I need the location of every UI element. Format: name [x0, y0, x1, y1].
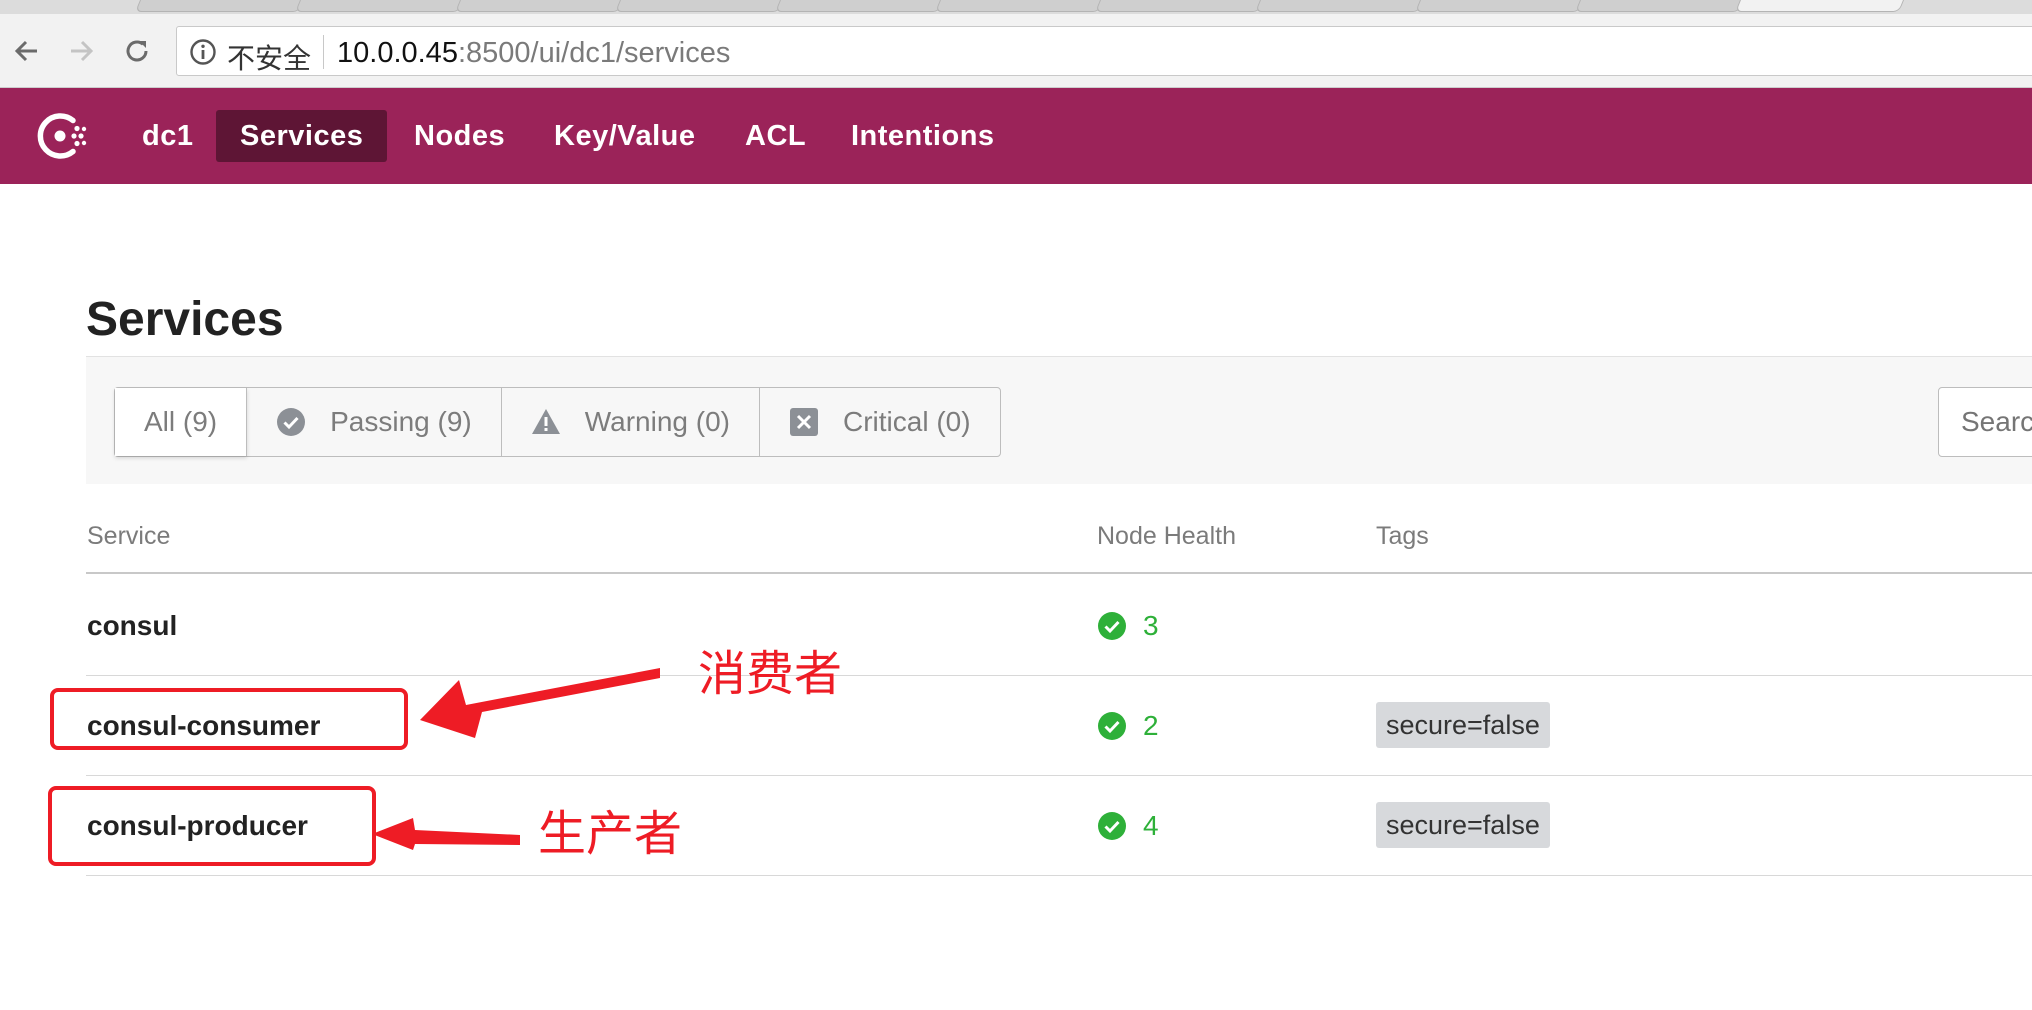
health-count: 2	[1143, 710, 1159, 741]
nav-services[interactable]: Services	[216, 110, 388, 162]
browser-tab-active[interactable]	[1735, 0, 1909, 12]
nav-acl[interactable]: ACL	[721, 110, 830, 162]
browser-tab[interactable]	[135, 0, 309, 12]
address-bar[interactable]: 不安全 10.0.0.45:8500/ui/dc1/services	[176, 26, 2032, 76]
browser-toolbar: 不安全 10.0.0.45:8500/ui/dc1/services	[0, 14, 2032, 88]
annotation-consumer-label: 消费者	[698, 646, 843, 702]
url-text[interactable]: 10.0.0.45:8500/ui/dc1/services	[337, 37, 730, 70]
back-button[interactable]	[6, 30, 48, 72]
omnibox-divider	[323, 35, 324, 69]
security-label[interactable]: 不安全	[227, 37, 311, 77]
filter-critical[interactable]: Critical (0)	[760, 388, 1000, 456]
node-health: 2	[1097, 710, 1159, 742]
table-row[interactable]: consul 3	[86, 576, 2032, 676]
passing-check-icon	[1098, 812, 1126, 840]
check-circle-icon	[277, 408, 306, 436]
top-navigation: dc1 Services Nodes Key/Value ACL Intenti…	[0, 88, 2032, 184]
datacenter-selector[interactable]: dc1	[118, 110, 217, 162]
filter-all[interactable]: All (9)	[115, 388, 248, 456]
table-row[interactable]: consul-producer 4 secure=false	[86, 776, 2032, 876]
nav-nodes[interactable]: Nodes	[390, 110, 529, 162]
browser-tab[interactable]	[455, 0, 629, 12]
browser-tab[interactable]	[1575, 0, 1749, 12]
arrow-left-icon	[14, 40, 37, 62]
column-header-node-health[interactable]: Node Health	[1097, 522, 1236, 551]
browser-tab[interactable]	[295, 0, 469, 12]
nav-intentions[interactable]: Intentions	[827, 110, 1019, 162]
forward-button[interactable]	[60, 30, 102, 72]
reload-button[interactable]	[116, 30, 158, 72]
filter-label: Warning (0)	[584, 406, 730, 437]
column-header-service[interactable]: Service	[87, 522, 170, 551]
warning-triangle-icon	[531, 409, 560, 434]
node-health: 4	[1097, 810, 1159, 842]
service-link[interactable]: consul	[87, 610, 177, 642]
annotation-box-consumer	[50, 688, 408, 750]
browser-tab[interactable]	[615, 0, 789, 12]
service-tag: secure=false	[1376, 702, 1550, 748]
filter-label: Critical (0)	[842, 406, 971, 437]
browser-tab[interactable]	[1255, 0, 1429, 12]
service-tag: secure=false	[1376, 802, 1550, 848]
node-health: 3	[1097, 610, 1159, 642]
browser-tab-strip	[0, 0, 2032, 14]
column-header-tags[interactable]: Tags	[1376, 522, 1429, 551]
page-title: Services	[86, 293, 284, 346]
filter-bar: All (9) Passing (9) Warning (0) Critical…	[86, 356, 2032, 484]
health-count: 4	[1143, 810, 1159, 841]
filter-label: Passing (9)	[330, 406, 472, 437]
browser-tab[interactable]	[1095, 0, 1269, 12]
filter-label: All (9)	[144, 406, 218, 437]
critical-x-icon	[789, 408, 818, 436]
arrow-right-icon	[71, 40, 94, 62]
url-path: :8500/ui/dc1/services	[457, 37, 731, 69]
health-count: 3	[1143, 610, 1159, 641]
annotation-producer-label: 生产者	[538, 806, 683, 862]
browser-tab[interactable]	[1415, 0, 1589, 12]
consul-logo-icon[interactable]	[36, 108, 92, 164]
filter-warning[interactable]: Warning (0)	[502, 388, 760, 456]
reload-icon	[126, 40, 148, 62]
filter-passing[interactable]: Passing (9)	[247, 388, 502, 456]
url-host: 10.0.0.45	[337, 37, 458, 69]
annotation-box-producer	[48, 786, 376, 866]
info-icon[interactable]	[189, 38, 217, 66]
health-filter-group: All (9) Passing (9) Warning (0) Critical…	[114, 387, 1001, 457]
nav-key-value[interactable]: Key/Value	[530, 110, 720, 162]
browser-tab[interactable]	[935, 0, 1109, 12]
browser-tab[interactable]	[775, 0, 949, 12]
passing-check-icon	[1098, 612, 1126, 640]
table-header: Service Node Health Tags	[86, 504, 2032, 574]
search-input[interactable]	[1938, 387, 2032, 457]
passing-check-icon	[1098, 712, 1126, 740]
